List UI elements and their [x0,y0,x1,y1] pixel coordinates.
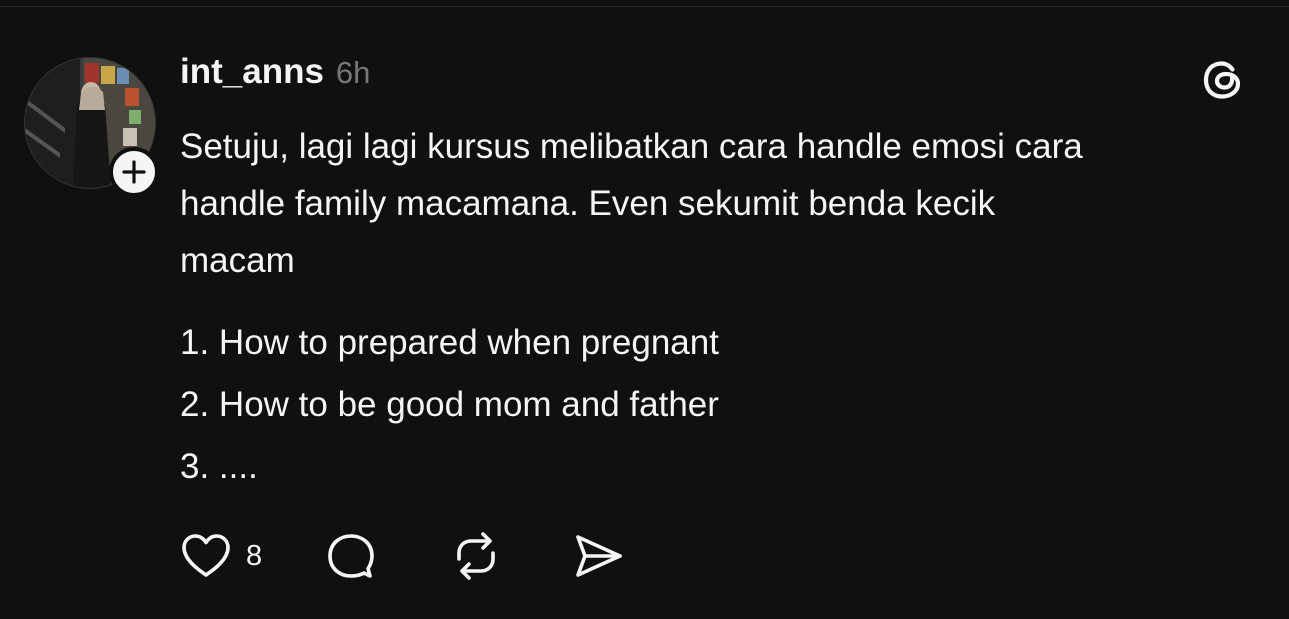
send-icon [576,535,622,577]
like-button[interactable]: 8 [178,530,262,582]
repost-icon [457,532,495,580]
list-item: 3. .... [180,447,258,486]
plus-icon [122,160,146,184]
speech-bubble-icon [328,534,374,578]
thread-post: int_anns 6h Setuju, lagi lagi kursus mel… [0,0,1289,619]
post-header: int_anns 6h [180,52,370,96]
post-body-line: Setuju, lagi lagi kursus melibatkan cara… [180,127,1083,166]
like-count: 8 [246,539,263,572]
list-item: 2. How to be good mom and father [180,385,719,424]
repost-button[interactable] [448,529,504,583]
list-item: 1. How to prepared when pregnant [180,323,719,362]
post-list: 1. How to prepared when pregnant 2. How … [180,317,719,503]
threads-logo-icon [1198,54,1250,106]
avatar-container[interactable] [24,57,159,197]
heart-icon [182,534,230,577]
follow-button[interactable] [109,147,159,197]
post-actions: 8 [178,526,626,586]
comment-button[interactable] [324,529,378,583]
username[interactable]: int_anns [180,52,324,92]
post-body: Setuju, lagi lagi kursus melibatkan cara… [180,118,1250,289]
post-timestamp: 6h [335,55,371,90]
post-body-line: macam [180,241,295,280]
post-body-line: handle family macamana. Even sekumit ben… [180,184,996,223]
share-button[interactable] [570,529,626,583]
